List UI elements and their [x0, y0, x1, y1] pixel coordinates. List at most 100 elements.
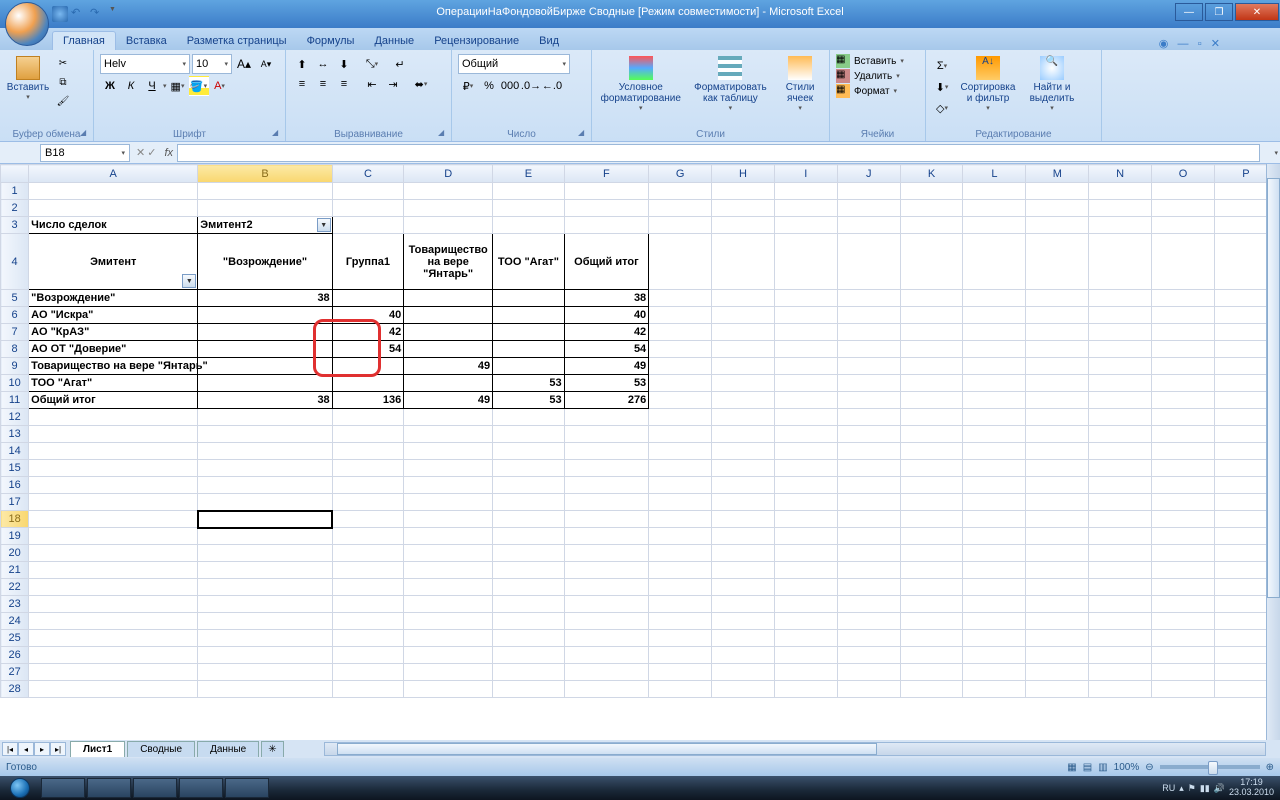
- cell[interactable]: [29, 630, 198, 647]
- decrease-decimal-icon[interactable]: ←.0: [542, 76, 562, 96]
- cell[interactable]: [1152, 409, 1215, 426]
- cell[interactable]: [1089, 375, 1152, 392]
- cell[interactable]: [837, 460, 900, 477]
- cell[interactable]: [493, 528, 565, 545]
- cell[interactable]: 276: [564, 392, 649, 409]
- cell[interactable]: [564, 528, 649, 545]
- cell[interactable]: [198, 443, 332, 460]
- cell[interactable]: [493, 324, 565, 341]
- horizontal-scrollbar[interactable]: [324, 742, 1266, 756]
- cell[interactable]: [649, 443, 712, 460]
- cell[interactable]: [774, 579, 837, 596]
- cell[interactable]: [1152, 324, 1215, 341]
- cell[interactable]: [774, 596, 837, 613]
- cell[interactable]: [1152, 562, 1215, 579]
- cell[interactable]: [198, 596, 332, 613]
- cell[interactable]: [649, 200, 712, 217]
- cell[interactable]: 40: [564, 307, 649, 324]
- row-header[interactable]: 4: [1, 234, 29, 290]
- cell[interactable]: [1152, 341, 1215, 358]
- view-layout-icon[interactable]: ▤: [1083, 762, 1092, 773]
- bold-button[interactable]: Ж: [100, 76, 120, 96]
- cell[interactable]: [712, 494, 775, 511]
- cell[interactable]: [1026, 545, 1089, 562]
- cell[interactable]: [837, 217, 900, 234]
- align-bottom-icon[interactable]: ⬇: [334, 54, 354, 74]
- row-header[interactable]: 12: [1, 409, 29, 426]
- cell[interactable]: [963, 647, 1026, 664]
- cell[interactable]: [774, 528, 837, 545]
- row-header[interactable]: 3: [1, 217, 29, 234]
- clock[interactable]: 17:1923.03.2010: [1229, 778, 1274, 798]
- cell[interactable]: [774, 217, 837, 234]
- font-size-select[interactable]: 10▾: [192, 54, 232, 74]
- underline-button[interactable]: Ч: [142, 76, 162, 96]
- cell[interactable]: [712, 200, 775, 217]
- cell[interactable]: [774, 358, 837, 375]
- cell[interactable]: [404, 511, 493, 528]
- cell[interactable]: [963, 681, 1026, 698]
- cell[interactable]: [963, 409, 1026, 426]
- worksheet[interactable]: ABCDEFGHIJKLMNOP 123Число сделокЭмитент2…: [0, 164, 1280, 740]
- cell[interactable]: [564, 545, 649, 562]
- fx-icon[interactable]: fx: [160, 147, 177, 159]
- cell[interactable]: [1026, 392, 1089, 409]
- cell[interactable]: [649, 341, 712, 358]
- cell[interactable]: [712, 358, 775, 375]
- cell[interactable]: [900, 460, 963, 477]
- cell[interactable]: [29, 409, 198, 426]
- cell[interactable]: [1026, 341, 1089, 358]
- cell[interactable]: [332, 494, 404, 511]
- cell[interactable]: [29, 579, 198, 596]
- cell[interactable]: [198, 664, 332, 681]
- cell[interactable]: [837, 426, 900, 443]
- cell[interactable]: [963, 341, 1026, 358]
- cell[interactable]: [1089, 545, 1152, 562]
- maximize-button[interactable]: ❐: [1205, 3, 1233, 21]
- cell[interactable]: [332, 426, 404, 443]
- cell[interactable]: [404, 545, 493, 562]
- cell[interactable]: [900, 681, 963, 698]
- cell[interactable]: [649, 375, 712, 392]
- cell[interactable]: [837, 477, 900, 494]
- cell[interactable]: [712, 664, 775, 681]
- cell[interactable]: [1026, 647, 1089, 664]
- row-header[interactable]: 8: [1, 341, 29, 358]
- undo-icon[interactable]: ↶: [71, 6, 87, 22]
- cell[interactable]: [1026, 681, 1089, 698]
- cell[interactable]: [900, 324, 963, 341]
- cell[interactable]: [649, 545, 712, 562]
- cell[interactable]: [198, 200, 332, 217]
- cell[interactable]: [900, 341, 963, 358]
- cell[interactable]: [1089, 460, 1152, 477]
- cell[interactable]: [198, 375, 332, 392]
- cell[interactable]: [900, 183, 963, 200]
- find-select-button[interactable]: 🔍 Найти и выделить▾: [1022, 54, 1082, 114]
- row-header[interactable]: 24: [1, 613, 29, 630]
- cell[interactable]: [649, 290, 712, 307]
- row-header[interactable]: 7: [1, 324, 29, 341]
- row-header[interactable]: 15: [1, 460, 29, 477]
- cell[interactable]: [332, 409, 404, 426]
- cell[interactable]: [649, 562, 712, 579]
- redo-icon[interactable]: ↷: [90, 6, 106, 22]
- cell[interactable]: [404, 375, 493, 392]
- cell[interactable]: АО ОТ "Доверие": [29, 341, 198, 358]
- cell[interactable]: [963, 290, 1026, 307]
- minimize-button[interactable]: —: [1175, 3, 1203, 21]
- cell[interactable]: [29, 494, 198, 511]
- cell[interactable]: [837, 681, 900, 698]
- cell[interactable]: [900, 409, 963, 426]
- cell[interactable]: [900, 375, 963, 392]
- increase-indent-icon[interactable]: ⇥: [383, 74, 403, 94]
- cell[interactable]: [404, 460, 493, 477]
- cell[interactable]: [29, 545, 198, 562]
- grow-font-icon[interactable]: A▴: [234, 54, 254, 74]
- cell[interactable]: [1026, 664, 1089, 681]
- cell[interactable]: [1089, 183, 1152, 200]
- cell[interactable]: [649, 426, 712, 443]
- cell[interactable]: [1026, 375, 1089, 392]
- cell-styles-button[interactable]: Стили ячеек▾: [775, 54, 825, 114]
- cell[interactable]: [564, 647, 649, 664]
- tab-nav-prev[interactable]: ◂: [18, 742, 34, 756]
